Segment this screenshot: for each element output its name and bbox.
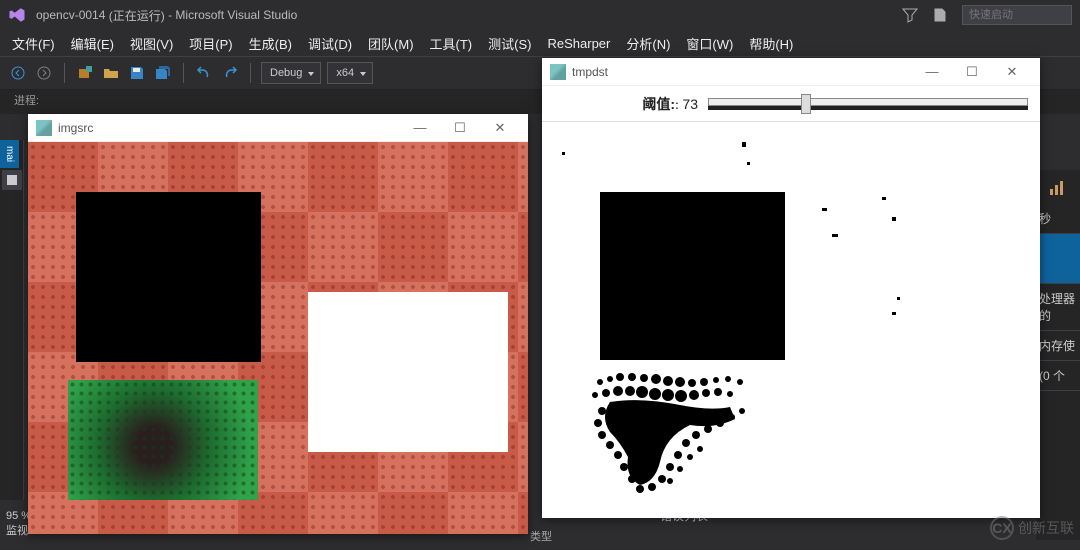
window-tmpdst: tmpdst — ☐ ✕ 阈值:: 73 (542, 58, 1040, 518)
menu-resharper[interactable]: ReSharper (539, 32, 618, 55)
right-item-mem: 内存使 (1036, 331, 1080, 361)
close-button[interactable]: ✕ (480, 114, 520, 142)
app-icon (550, 64, 566, 80)
vs-titlebar: opencv-0014 (正在运行) - Microsoft Visual St… (0, 0, 1080, 30)
menu-tools[interactable]: 工具(T) (422, 30, 481, 57)
menu-debug[interactable]: 调试(D) (300, 30, 360, 57)
right-item-sec: 秒 (1036, 204, 1080, 234)
nav-fwd-icon[interactable] (34, 63, 54, 83)
maximize-button[interactable]: ☐ (440, 114, 480, 142)
minimize-button[interactable]: — (400, 114, 440, 142)
window-imgsrc-title: imgsrc (58, 121, 93, 135)
save-icon[interactable] (127, 63, 147, 83)
window-imgsrc-titlebar[interactable]: imgsrc — ☐ ✕ (28, 114, 528, 142)
sidebar-pinned-icon[interactable] (2, 170, 22, 190)
diagnostics-icon[interactable] (1036, 170, 1080, 204)
notification-icon[interactable] (932, 7, 948, 23)
platform-dropdown[interactable]: x64 (327, 62, 373, 84)
threshold-blob (580, 367, 780, 507)
menu-window[interactable]: 窗口(W) (678, 30, 741, 57)
threshold-label: 阈值:: 73 (642, 94, 698, 114)
title-app: Microsoft Visual Studio (175, 8, 297, 22)
save-all-icon[interactable] (153, 63, 173, 83)
sidebar-tab-main[interactable]: mai (0, 140, 19, 168)
menu-analyze[interactable]: 分析(N) (618, 30, 678, 57)
left-sidebar: mai (0, 140, 24, 500)
white-rect (308, 292, 508, 452)
window-imgsrc: imgsrc — ☐ ✕ (28, 114, 528, 534)
nav-back-icon[interactable] (8, 63, 28, 83)
title-project: opencv-0014 (36, 8, 105, 22)
new-project-icon[interactable] (75, 63, 95, 83)
imgsrc-canvas (28, 142, 528, 534)
watermark-logo: CX创新互联 (990, 516, 1074, 540)
threshold-toolbar: 阈值:: 73 (542, 86, 1040, 122)
minimize-button[interactable]: — (912, 58, 952, 86)
right-item-cpu: 处理器的 (1036, 284, 1080, 331)
maximize-button[interactable]: ☐ (952, 58, 992, 86)
close-button[interactable]: ✕ (992, 58, 1032, 86)
menu-file[interactable]: 文件(F) (4, 30, 63, 57)
slider-thumb-icon[interactable] (801, 94, 811, 114)
vs-logo-icon (8, 6, 26, 24)
status-type: 类型 (530, 528, 552, 544)
app-icon (36, 120, 52, 136)
menu-build[interactable]: 生成(B) (241, 30, 300, 57)
vs-menubar: 文件(F) 编辑(E) 视图(V) 项目(P) 生成(B) 调试(D) 团队(M… (0, 30, 1080, 56)
green-rect (68, 380, 258, 500)
menu-help[interactable]: 帮助(H) (741, 30, 801, 57)
menu-edit[interactable]: 编辑(E) (63, 30, 122, 57)
config-dropdown[interactable]: Debug (261, 62, 321, 84)
right-sidebar: 秒 处理器的 内存使 (0 个 (1036, 170, 1080, 540)
undo-icon[interactable] (194, 63, 214, 83)
menu-view[interactable]: 视图(V) (122, 30, 181, 57)
threshold-value: 73 (682, 96, 698, 112)
right-item-selected[interactable] (1036, 234, 1080, 284)
filter-icon[interactable] (902, 7, 918, 23)
black-rect (76, 192, 261, 362)
quick-launch-input[interactable] (962, 5, 1072, 25)
redo-icon[interactable] (220, 63, 240, 83)
right-item-events: (0 个 (1036, 361, 1080, 391)
menu-test[interactable]: 测试(S) (480, 30, 539, 57)
window-tmpdst-titlebar[interactable]: tmpdst — ☐ ✕ (542, 58, 1040, 86)
window-tmpdst-title: tmpdst (572, 65, 608, 79)
watermark-text: ❀ 微卡智享 (875, 494, 970, 520)
open-icon[interactable] (101, 63, 121, 83)
threshold-black-rect (600, 192, 785, 360)
threshold-slider[interactable] (708, 94, 1028, 114)
tmpdst-canvas (542, 122, 1040, 518)
menu-project[interactable]: 项目(P) (181, 30, 240, 57)
title-status: (正在运行) (109, 7, 165, 24)
menu-team[interactable]: 团队(M) (360, 30, 422, 57)
